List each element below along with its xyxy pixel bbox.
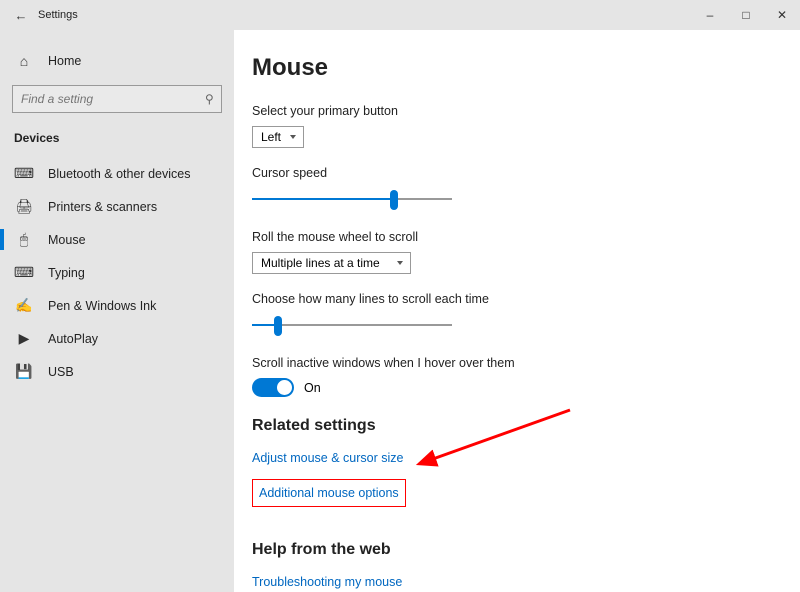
scroll-mode-dropdown[interactable]: Multiple lines at a time: [252, 252, 411, 274]
slider-track: [252, 324, 452, 326]
primary-button-dropdown[interactable]: Left: [252, 126, 304, 148]
maximize-button[interactable]: □: [728, 0, 764, 30]
bluetooth-icon: ⌨: [14, 166, 34, 182]
cursor-speed-label: Cursor speed: [252, 166, 782, 180]
sidebar-item-mouse[interactable]: 🖱 Mouse: [0, 223, 234, 256]
sidebar-item-autoplay[interactable]: ▶ AutoPlay: [0, 322, 234, 355]
inactive-label: Scroll inactive windows when I hover ove…: [252, 356, 782, 370]
inactive-toggle-row: On: [252, 378, 782, 397]
scroll-mode-label: Roll the mouse wheel to scroll: [252, 230, 782, 244]
sidebar-item-pen[interactable]: ✍ Pen & Windows Ink: [0, 289, 234, 322]
sidebar-item-typing[interactable]: ⌨ Typing: [0, 256, 234, 289]
sidebar-item-label: USB: [48, 365, 74, 379]
sidebar-item-label: Pen & Windows Ink: [48, 299, 156, 313]
main-content: Mouse Select your primary button Left Cu…: [234, 30, 800, 592]
related-heading: Related settings: [252, 417, 782, 435]
usb-icon: 💾: [14, 364, 34, 380]
inactive-toggle[interactable]: [252, 378, 294, 397]
sidebar: ⌂ Home ⚲ Devices ⌨ Bluetooth & other dev…: [0, 30, 234, 592]
link-troubleshoot[interactable]: Troubleshooting my mouse: [252, 575, 402, 589]
search-icon: ⚲: [205, 92, 214, 106]
pen-icon: ✍: [14, 298, 34, 314]
mouse-icon: 🖱: [14, 232, 34, 248]
annotation-highlight: Additional mouse options: [252, 479, 406, 507]
minimize-button[interactable]: –: [692, 0, 728, 30]
window-controls: – □ ✕: [692, 0, 800, 30]
home-icon: ⌂: [14, 53, 34, 69]
primary-button-value: Left: [261, 130, 281, 144]
category-header: Devices: [0, 127, 234, 157]
back-button[interactable]: ←: [12, 8, 30, 23]
scroll-mode-value: Multiple lines at a time: [261, 256, 380, 270]
autoplay-icon: ▶: [14, 331, 34, 347]
slider-thumb[interactable]: [274, 316, 282, 336]
window-title: Settings: [38, 9, 692, 21]
search-input[interactable]: [12, 85, 222, 113]
home-label: Home: [48, 54, 81, 68]
titlebar: ← Settings – □ ✕: [0, 0, 800, 30]
lines-slider[interactable]: [252, 314, 452, 338]
primary-button-label: Select your primary button: [252, 104, 782, 118]
sidebar-item-usb[interactable]: 💾 USB: [0, 355, 234, 388]
page-title: Mouse: [252, 54, 782, 82]
sidebar-item-label: AutoPlay: [48, 332, 98, 346]
sidebar-item-printers[interactable]: 🖨 Printers & scanners: [0, 190, 234, 223]
slider-fill: [252, 198, 394, 200]
lines-label: Choose how many lines to scroll each tim…: [252, 292, 782, 306]
sidebar-item-label: Bluetooth & other devices: [48, 167, 190, 181]
search-wrap: ⚲: [12, 85, 222, 113]
toggle-state: On: [304, 381, 321, 395]
toggle-knob: [277, 380, 292, 395]
printer-icon: 🖨: [14, 199, 34, 215]
link-cursor-size[interactable]: Adjust mouse & cursor size: [252, 451, 403, 465]
cursor-speed-slider[interactable]: [252, 188, 452, 212]
keyboard-icon: ⌨: [14, 265, 34, 281]
help-heading: Help from the web: [252, 541, 782, 559]
sidebar-item-label: Printers & scanners: [48, 200, 157, 214]
link-additional-mouse-options[interactable]: Additional mouse options: [259, 486, 399, 500]
home-nav[interactable]: ⌂ Home: [0, 44, 234, 77]
sidebar-item-bluetooth[interactable]: ⌨ Bluetooth & other devices: [0, 157, 234, 190]
sidebar-item-label: Mouse: [48, 233, 86, 247]
slider-thumb[interactable]: [390, 190, 398, 210]
close-button[interactable]: ✕: [764, 0, 800, 30]
sidebar-item-label: Typing: [48, 266, 85, 280]
